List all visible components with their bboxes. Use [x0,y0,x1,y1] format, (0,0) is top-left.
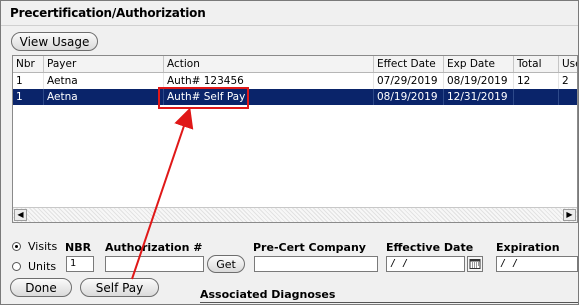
precert-authorization-window: Precertification/Authorization View Usag… [0,0,579,305]
annotation-arrow [131,107,194,280]
